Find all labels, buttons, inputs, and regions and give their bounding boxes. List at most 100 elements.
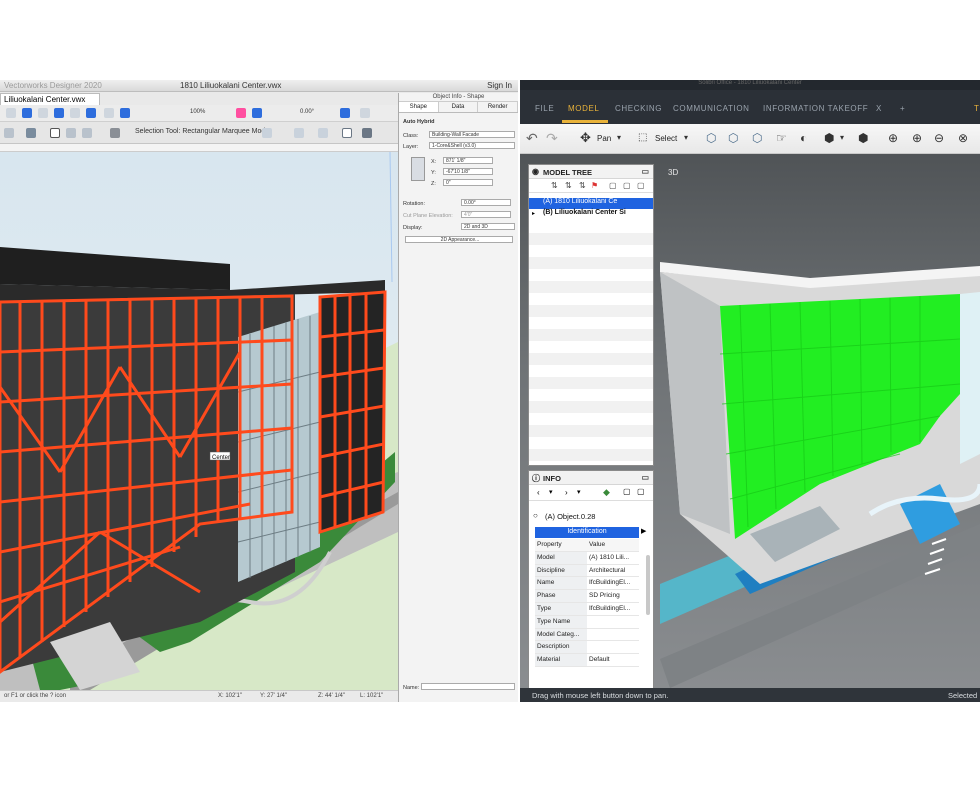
- hide-icon[interactable]: ⬡: [706, 131, 716, 145]
- rectangle-marquee-icon[interactable]: [50, 128, 60, 138]
- cut-plane-icon[interactable]: [318, 128, 328, 138]
- back-dropdown-icon[interactable]: ▾: [549, 488, 553, 496]
- section-box-icon[interactable]: [342, 128, 352, 138]
- value-cell: IfcBuildingEl...: [589, 604, 631, 612]
- tab-render[interactable]: Render: [478, 102, 518, 112]
- menu-file[interactable]: FILE: [535, 104, 554, 113]
- tree-item-model-a[interactable]: (A) 1810 Liliuokalani Ce: [529, 198, 653, 209]
- zoom-out-icon[interactable]: ⊖: [934, 131, 944, 145]
- tree-filter-icon[interactable]: ⇅: [551, 181, 558, 190]
- hand-icon[interactable]: ☞: [776, 131, 787, 145]
- vectorworks-3d-viewport[interactable]: Center: [0, 152, 398, 690]
- identification-tab[interactable]: Identification: [535, 527, 639, 538]
- property-cell: Discipline: [535, 564, 587, 577]
- class-select[interactable]: Building-Wall Facade: [429, 131, 515, 138]
- x-field[interactable]: 871' 1/8": [443, 157, 493, 164]
- undo-icon[interactable]: ↶: [526, 130, 538, 147]
- menu-information-takeoff[interactable]: INFORMATION TAKEOFF: [763, 104, 868, 113]
- maximize-icon[interactable]: ▭: [641, 167, 649, 176]
- add-tab-button[interactable]: +: [900, 104, 905, 113]
- tree-settings-icon[interactable]: ▢: [637, 181, 645, 190]
- menu-checking[interactable]: CHECKING: [615, 104, 662, 113]
- tab-data[interactable]: Data: [439, 102, 479, 112]
- zoom-field[interactable]: 100%: [190, 109, 205, 115]
- layer-options-icon[interactable]: [22, 108, 32, 118]
- transform-mode-icon[interactable]: [26, 128, 36, 138]
- selection-mode-icon[interactable]: [4, 128, 14, 138]
- tab-shape[interactable]: Shape: [399, 102, 439, 112]
- tree-lock-icon[interactable]: ▢: [609, 181, 617, 190]
- tree-item-model-b[interactable]: (B) Liliuokalani Center Si: [529, 209, 653, 220]
- position-grid-icon[interactable]: [411, 157, 425, 181]
- section-cube-icon[interactable]: ⬢: [858, 131, 868, 145]
- zoom-fit-icon[interactable]: ⊗: [958, 131, 968, 145]
- snap-icon[interactable]: [252, 108, 262, 118]
- preferences-icon[interactable]: [110, 128, 120, 138]
- sign-in-link[interactable]: Sign In: [487, 81, 512, 90]
- select-dropdown-icon[interactable]: ▾: [684, 133, 688, 142]
- tree-expand-icon[interactable]: ⇅: [579, 181, 586, 190]
- move-icon[interactable]: [294, 128, 304, 138]
- appearance-button[interactable]: 2D Appearance...: [405, 236, 513, 243]
- flyover-icon[interactable]: [340, 108, 350, 118]
- saved-views-icon[interactable]: [120, 108, 130, 118]
- layer-select[interactable]: 1-Core&Shell (v3.0): [429, 142, 515, 149]
- polygon-marquee-icon[interactable]: [66, 128, 76, 138]
- view-dropdown-icon[interactable]: ▾: [840, 133, 844, 142]
- solibri-3d-view[interactable]: 3D ◉ MODEL TREE ▭ ⇅ ⇅ ⇅ ⚑ ▢ ▢ ▢ (A) 1810…: [520, 154, 980, 688]
- expand-arrow-icon[interactable]: ▸: [532, 210, 535, 217]
- lasso-icon[interactable]: [82, 128, 92, 138]
- pan-dropdown-icon[interactable]: ▾: [617, 133, 621, 142]
- object-radio[interactable]: ○: [533, 511, 538, 520]
- viewport-label: Center: [212, 455, 230, 461]
- pan-icon[interactable]: ✥: [580, 130, 591, 146]
- align-icon[interactable]: [262, 128, 272, 138]
- name-field[interactable]: [421, 683, 515, 690]
- render-mode-icon[interactable]: [70, 108, 80, 118]
- group-icon[interactable]: [362, 128, 372, 138]
- select-button[interactable]: Select: [655, 134, 677, 143]
- tab-next-icon[interactable]: ▶: [641, 527, 646, 535]
- standard-views-icon[interactable]: [104, 108, 114, 118]
- forward-dropdown-icon[interactable]: ▾: [577, 488, 581, 496]
- info-scrollbar[interactable]: [646, 555, 650, 615]
- menu-truncated[interactable]: T: [974, 104, 980, 113]
- zoom-search-icon[interactable]: ⊕: [888, 131, 898, 145]
- tree-flag-icon[interactable]: ⚑: [591, 181, 598, 190]
- display-select[interactable]: 2D and 3D: [461, 223, 515, 230]
- value-cell: (A) 1810 Lili...: [589, 553, 630, 561]
- rotation-field[interactable]: 0.00°: [300, 109, 314, 115]
- transparency-icon[interactable]: ◐: [800, 131, 807, 145]
- tree-sort-icon[interactable]: ⇅: [565, 181, 572, 190]
- menu-communication[interactable]: COMMUNICATION: [673, 104, 750, 113]
- cube-icon[interactable]: ⬢: [824, 131, 834, 145]
- grid-icon[interactable]: [236, 108, 246, 118]
- back-icon[interactable]: ‹: [537, 488, 540, 497]
- z-field[interactable]: 0": [443, 179, 493, 186]
- view-dropdown-icon[interactable]: [54, 108, 64, 118]
- y-field[interactable]: -67'10 1/8": [443, 168, 493, 175]
- rotation-field[interactable]: 0.00°: [461, 199, 511, 206]
- walkthrough-icon[interactable]: [360, 108, 370, 118]
- projection-icon[interactable]: [86, 108, 96, 118]
- info-print-icon[interactable]: ▢: [623, 487, 631, 496]
- redo-icon[interactable]: ↷: [546, 130, 558, 147]
- model-tree-title: MODEL TREE: [543, 168, 593, 177]
- show-all-icon[interactable]: ⬡: [752, 131, 762, 145]
- pan-button[interactable]: Pan: [597, 134, 611, 143]
- info-settings-icon[interactable]: ▢: [637, 487, 645, 496]
- forward-icon[interactable]: ›: [565, 488, 568, 497]
- class-icon[interactable]: [6, 108, 16, 118]
- zoom-in-icon[interactable]: ⊕: [912, 131, 922, 145]
- object-icon[interactable]: ◆: [603, 487, 610, 498]
- menu-model[interactable]: MODEL: [568, 104, 599, 113]
- vectorworks-titlebar: Vectorworks Designer 2020 1810 Liliuokal…: [0, 80, 518, 92]
- document-tab[interactable]: Liliuokalani Center.vwx: [0, 93, 100, 105]
- select-icon[interactable]: ⬚: [638, 132, 647, 143]
- info-maximize-icon[interactable]: ▭: [641, 473, 649, 482]
- menu-more[interactable]: X: [876, 104, 882, 113]
- layer-icon[interactable]: [38, 108, 48, 118]
- cut-plane-field[interactable]: 4'0": [461, 211, 511, 218]
- isolate-icon[interactable]: ⬡: [728, 131, 738, 145]
- tree-print-icon[interactable]: ▢: [623, 181, 631, 190]
